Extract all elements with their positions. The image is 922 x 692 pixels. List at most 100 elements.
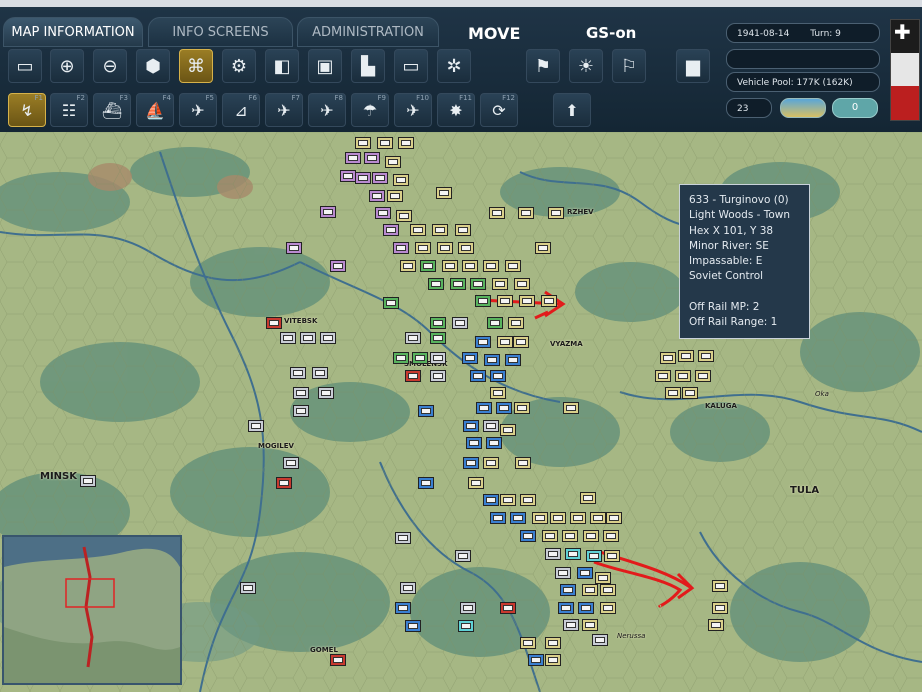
unit-counter[interactable] [500, 602, 516, 614]
unit-counter[interactable] [545, 548, 561, 560]
unit-counter[interactable] [293, 387, 309, 399]
unit-counter[interactable] [398, 137, 414, 149]
unit-counter[interactable] [452, 317, 468, 329]
unit-counter[interactable] [432, 224, 448, 236]
unit-counter[interactable] [490, 370, 506, 382]
unit-counter[interactable] [396, 210, 412, 222]
unit-counter[interactable] [364, 152, 380, 164]
unit-counter[interactable] [483, 494, 499, 506]
unit-counter[interactable] [545, 637, 561, 649]
unit-counter[interactable] [532, 512, 548, 524]
unit-counter[interactable] [80, 475, 96, 487]
unit-counter[interactable] [500, 494, 516, 506]
unit-counter[interactable] [535, 242, 551, 254]
minimap[interactable] [2, 535, 182, 685]
unit-counter[interactable] [682, 387, 698, 399]
unit-counter[interactable] [430, 352, 446, 364]
unit-counter[interactable] [375, 207, 391, 219]
unit-counter[interactable] [580, 492, 596, 504]
factory-icon[interactable]: ▙ [351, 49, 385, 83]
unit-counter[interactable] [590, 512, 606, 524]
unit-counter[interactable] [698, 350, 714, 362]
unit-counter[interactable] [514, 402, 530, 414]
unit-counter[interactable] [583, 530, 599, 542]
unit-counter[interactable] [436, 187, 452, 199]
unit-counter[interactable] [606, 512, 622, 524]
unit-counter[interactable] [248, 420, 264, 432]
flag-arrow-icon[interactable]: ⚑ [526, 49, 560, 83]
unit-counter[interactable] [665, 387, 681, 399]
unit-counter[interactable] [475, 295, 491, 307]
unit-counter[interactable] [462, 260, 478, 272]
air-recon-icon[interactable]: ✈ F5 [179, 93, 217, 127]
move-mode-label[interactable]: MOVE [468, 24, 520, 43]
unit-counter[interactable] [442, 260, 458, 272]
unit-counter[interactable] [330, 654, 346, 666]
paradrop-icon[interactable]: ☂ F9 [351, 93, 389, 127]
unit-counter[interactable] [577, 567, 593, 579]
unit-counter[interactable] [486, 437, 502, 449]
unit-counter[interactable] [500, 424, 516, 436]
unit-counter[interactable] [280, 332, 296, 344]
unit-counter[interactable] [463, 420, 479, 432]
unit-counter[interactable] [266, 317, 282, 329]
game-map[interactable]: RZHEV VYAZMA VITEBSK SMOLENSK KALUGA MOG… [0, 132, 922, 692]
naval-transport-icon[interactable]: ⛴ F3 [93, 93, 131, 127]
unit-counter[interactable] [455, 224, 471, 236]
unit-counter[interactable] [545, 654, 561, 666]
unit-counter[interactable] [387, 190, 403, 202]
unit-counter[interactable] [515, 457, 531, 469]
unit-counter[interactable] [510, 512, 526, 524]
unit-counter[interactable] [455, 550, 471, 562]
unit-counter[interactable] [345, 152, 361, 164]
unit-counter[interactable] [542, 530, 558, 542]
settings-icon[interactable]: ✲ [437, 49, 471, 83]
unit-counter[interactable] [483, 260, 499, 272]
unit-counter[interactable] [660, 352, 676, 364]
unit-counter[interactable] [541, 295, 557, 307]
unit-counter[interactable] [528, 654, 544, 666]
unit-select-icon[interactable]: ⌘ [179, 49, 213, 83]
unit-counter[interactable] [393, 174, 409, 186]
unit-counter[interactable] [582, 584, 598, 596]
unit-counter[interactable] [675, 370, 691, 382]
next-icon[interactable]: ⟳ F12 [480, 93, 518, 127]
unit-counter[interactable] [383, 224, 399, 236]
unit-counter[interactable] [458, 242, 474, 254]
frame-icon[interactable]: ▭ [394, 49, 428, 83]
unit-counter[interactable] [520, 494, 536, 506]
unit-counter[interactable] [708, 619, 724, 631]
unit-counter[interactable] [372, 172, 388, 184]
unit-counter[interactable] [565, 548, 581, 560]
unit-counter[interactable] [320, 206, 336, 218]
unit-counter[interactable] [483, 457, 499, 469]
unit-counter[interactable] [592, 634, 608, 646]
unit-counter[interactable] [395, 602, 411, 614]
unit-counter[interactable] [320, 332, 336, 344]
unit-counter[interactable] [293, 405, 309, 417]
unit-counter[interactable] [395, 532, 411, 544]
terrain-toggle-icon[interactable] [780, 98, 826, 118]
upload-icon[interactable]: ⬆ [553, 93, 591, 127]
unit-counter[interactable] [418, 477, 434, 489]
unit-counter[interactable] [240, 582, 256, 594]
count-right-display[interactable]: 0 [832, 98, 878, 118]
unit-counter[interactable] [560, 584, 576, 596]
unit-counter[interactable] [595, 572, 611, 584]
unit-counter[interactable] [505, 260, 521, 272]
hex-overlay-icon[interactable]: ⬢ [136, 49, 170, 83]
unit-counter[interactable] [505, 354, 521, 366]
tab-map-information[interactable]: MAP INFORMATION [3, 17, 143, 47]
unit-counter[interactable] [555, 567, 571, 579]
unit-counter[interactable] [695, 370, 711, 382]
unit-counter[interactable] [415, 242, 431, 254]
unit-counter[interactable] [300, 332, 316, 344]
unit-counter[interactable] [286, 242, 302, 254]
tab-administration[interactable]: ADMINISTRATION [297, 17, 439, 47]
unit-counter[interactable] [283, 457, 299, 469]
unit-counter[interactable] [513, 336, 529, 348]
unit-counter[interactable] [487, 317, 503, 329]
unit-counter[interactable] [490, 512, 506, 524]
bar-chart-icon[interactable]: ▆ [676, 49, 710, 83]
weather-icon[interactable]: ☀ [569, 49, 603, 83]
